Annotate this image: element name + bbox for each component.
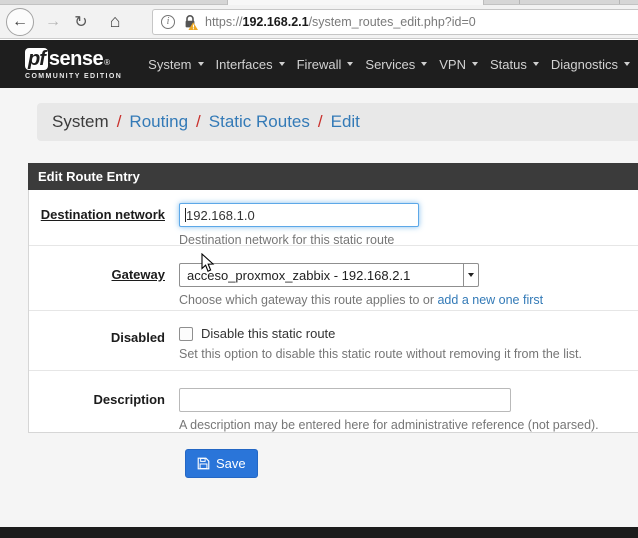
main-menu: System Interfaces Firewall Services VPN … xyxy=(142,57,636,72)
select-arrow-box xyxy=(463,264,478,286)
chevron-down-icon xyxy=(197,62,204,66)
forward-button[interactable]: → xyxy=(41,13,65,31)
select-dropdown-icon xyxy=(468,273,474,277)
breadcrumb: System / Routing / Static Routes / Edit xyxy=(37,103,638,141)
logo-sense: sense xyxy=(48,48,104,70)
text-caret xyxy=(185,208,186,222)
menu-item-firewall[interactable]: Firewall xyxy=(291,57,360,72)
gateway-selected-value: acceso_proxmox_zabbix - 192.168.2.1 xyxy=(187,267,411,283)
tab-separator xyxy=(619,0,620,4)
footer-bar xyxy=(0,527,638,538)
pfsense-logo[interactable]: pf sense ® COMMUNITY EDITION xyxy=(25,48,122,80)
menu-item-diagnostics[interactable]: Diagnostics xyxy=(545,57,636,72)
description-help: A description may be entered here for ad… xyxy=(179,418,599,432)
menu-item-vpn[interactable]: VPN xyxy=(433,57,484,72)
panel-title: Edit Route Entry xyxy=(28,163,638,190)
url-host: 192.168.2.1 xyxy=(242,15,309,29)
menu-item-interfaces[interactable]: Interfaces xyxy=(210,57,291,72)
edit-route-entry-panel: Edit Route Entry Destination network Des… xyxy=(28,163,638,433)
chevron-down-icon xyxy=(532,62,539,66)
save-button-label: Save xyxy=(216,456,246,471)
description-label: Description xyxy=(93,392,165,407)
chevron-down-icon xyxy=(347,62,354,66)
lock-warning-icon[interactable] xyxy=(182,14,198,30)
menu-item-system[interactable]: System xyxy=(142,57,209,72)
save-floppy-icon xyxy=(197,457,210,470)
save-button[interactable]: Save xyxy=(185,449,258,478)
breadcrumb-edit-link[interactable]: Edit xyxy=(331,112,360,132)
mouse-cursor xyxy=(201,253,215,272)
menu-item-services[interactable]: Services xyxy=(359,57,433,72)
add-gateway-link[interactable]: add a new one first xyxy=(437,293,543,307)
url-path: /system_routes_edit.php?id=0 xyxy=(308,15,476,29)
tab-separator xyxy=(519,0,520,4)
url-bar[interactable]: i https://192.168.2.1/system_routes_edit… xyxy=(152,9,638,35)
refresh-icon: ↻ xyxy=(74,13,88,31)
gateway-label: Gateway xyxy=(111,267,165,282)
home-icon: ⌂ xyxy=(109,11,121,31)
disable-route-checkbox-label: Disable this static route xyxy=(201,326,336,341)
breadcrumb-separator: / xyxy=(116,112,122,131)
gateway-help: Choose which gateway this route applies … xyxy=(179,293,544,307)
destination-network-help: Destination network for this static rout… xyxy=(179,233,395,247)
breadcrumb-routing-link[interactable]: Routing xyxy=(129,112,188,132)
logo-edition: COMMUNITY EDITION xyxy=(25,73,123,80)
lock-icon xyxy=(185,15,198,30)
destination-network-label: Destination network xyxy=(40,207,165,222)
forward-icon: → xyxy=(45,12,61,30)
url-text: https://192.168.2.1/system_routes_edit.p… xyxy=(205,15,476,29)
back-icon: ← xyxy=(12,12,28,30)
breadcrumb-separator: / xyxy=(317,112,323,131)
gateway-row: Gateway acceso_proxmox_zabbix - 192.168.… xyxy=(29,245,638,310)
back-button[interactable]: ← xyxy=(6,7,34,36)
logo-reg-mark: ® xyxy=(104,58,111,67)
breadcrumb-static-routes-link[interactable]: Static Routes xyxy=(209,112,310,132)
breadcrumb-system: System xyxy=(52,112,109,131)
logo-pf: pf xyxy=(25,48,48,70)
refresh-button[interactable]: ↻ xyxy=(69,12,93,32)
destination-network-input[interactable] xyxy=(179,203,419,227)
description-input[interactable] xyxy=(179,388,511,412)
page-info-icon[interactable]: i xyxy=(161,15,175,29)
disabled-row: Disabled Disable this static route Set t… xyxy=(29,310,638,370)
menu-item-status[interactable]: Status xyxy=(484,57,545,72)
chevron-down-icon xyxy=(421,62,428,66)
destination-network-row: Destination network Destination network … xyxy=(29,190,638,247)
panel-body: Destination network Destination network … xyxy=(28,190,638,433)
description-row: Description A description may be entered… xyxy=(29,370,638,432)
disabled-label: Disabled xyxy=(110,330,165,345)
chevron-down-icon xyxy=(278,62,285,66)
chevron-down-icon xyxy=(472,62,478,66)
chevron-down-icon xyxy=(624,62,631,66)
disable-route-checkbox[interactable] xyxy=(179,326,193,341)
breadcrumb-separator: / xyxy=(196,112,201,131)
disabled-help: Set this option to disable this static r… xyxy=(179,347,582,361)
pfsense-navbar: pf sense ® COMMUNITY EDITION System Interf… xyxy=(0,40,638,88)
home-button[interactable]: ⌂ xyxy=(103,11,127,32)
gateway-select[interactable]: acceso_proxmox_zabbix - 192.168.2.1 xyxy=(179,263,479,287)
